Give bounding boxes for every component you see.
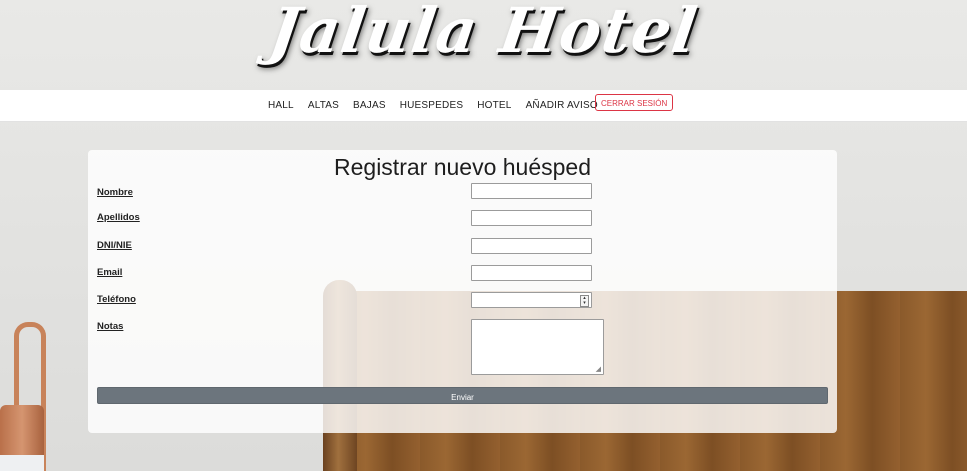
nav-link-altas[interactable]: ALTAS: [301, 100, 346, 111]
nav-link-anadir-aviso[interactable]: AÑADIR AVISO: [519, 100, 605, 111]
form-title: Registrar nuevo huésped: [334, 154, 591, 180]
lamp-shade: [0, 455, 44, 471]
email-label: Email: [97, 267, 123, 278]
nav-links: HALL ALTAS BAJAS HUESPEDES HOTEL AÑADIR …: [261, 90, 605, 121]
nombre-input[interactable]: [471, 183, 592, 199]
dni-input[interactable]: [471, 238, 592, 254]
apellidos-label: Apellidos: [97, 212, 140, 223]
submit-button[interactable]: Enviar: [97, 387, 828, 404]
hotel-logo: Jalula Hotel: [264, 0, 703, 67]
nav-link-bajas[interactable]: BAJAS: [346, 100, 393, 111]
guest-registration-form: Registrar nuevo huésped Nombre Apellidos…: [88, 150, 837, 433]
nav-link-hotel[interactable]: HOTEL: [470, 100, 518, 111]
telefono-input[interactable]: ▴ ▾: [471, 292, 592, 308]
nombre-label: Nombre: [97, 187, 133, 198]
resize-grip-icon[interactable]: ◢: [596, 365, 601, 373]
dni-label: DNI/NIE: [97, 240, 132, 251]
nav-link-huespedes[interactable]: HUESPEDES: [393, 100, 471, 111]
site-header: Jalula Hotel: [0, 0, 967, 90]
email-input[interactable]: [471, 265, 592, 281]
apellidos-input[interactable]: [471, 210, 592, 226]
telefono-label: Teléfono: [97, 294, 136, 305]
logout-button[interactable]: CERRAR SESIÓN: [595, 94, 674, 111]
nav-link-hall[interactable]: HALL: [261, 100, 301, 111]
notas-textarea[interactable]: ◢: [471, 319, 604, 375]
main-navbar: HALL ALTAS BAJAS HUESPEDES HOTEL AÑADIR …: [0, 90, 967, 122]
number-spinner-icon[interactable]: ▴ ▾: [580, 295, 589, 307]
notas-label: Notas: [97, 321, 124, 332]
